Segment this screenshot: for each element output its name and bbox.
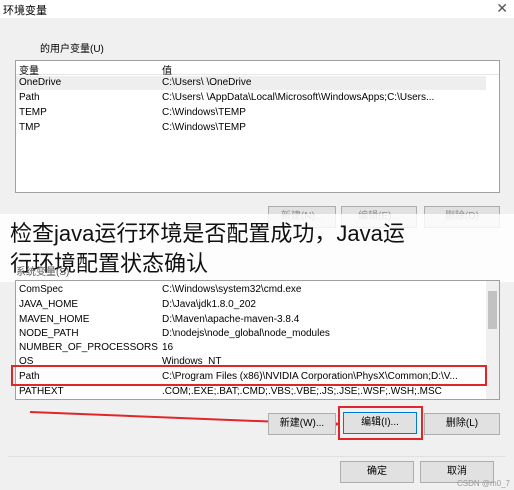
user-var-row[interactable]: TMP C:\Windows\TEMP xyxy=(16,121,486,135)
ok-button[interactable]: 确定 xyxy=(340,461,414,483)
user-vars-label: 的用户变量(U) xyxy=(40,44,104,55)
path-row-highlight xyxy=(11,365,487,386)
system-new-button[interactable]: 新建(W)... xyxy=(268,413,336,435)
column-header-value[interactable]: 值 xyxy=(162,62,172,77)
system-var-row[interactable]: NODE_PATH D:\nodejs\node_global\node_mod… xyxy=(16,327,486,341)
system-var-value: 16 xyxy=(162,342,174,353)
system-var-value: C:\Windows\system32\cmd.exe xyxy=(162,284,302,295)
close-icon[interactable]: ✕ xyxy=(496,0,508,17)
user-var-name: TMP xyxy=(19,122,41,133)
system-var-row[interactable]: ComSpec C:\Windows\system32\cmd.exe xyxy=(16,283,486,297)
system-var-name: MAVEN_HOME xyxy=(19,314,90,325)
user-var-name: OneDrive xyxy=(19,77,62,88)
system-var-name: PATHEXT xyxy=(19,386,64,397)
system-var-value: D:\Maven\apache-maven-3.8.4 xyxy=(162,314,300,325)
title-bar xyxy=(0,0,514,18)
system-var-value: D:\nodejs\node_global\node_modules xyxy=(162,328,330,339)
scrollbar-thumb[interactable] xyxy=(488,291,497,329)
user-var-value: C:\Users\ \AppData\Local\Microsoft\Windo… xyxy=(162,92,435,103)
footer-separator xyxy=(8,456,506,457)
system-delete-button[interactable]: 删除(L) xyxy=(424,413,500,435)
column-header-name[interactable]: 变量 xyxy=(19,62,39,77)
user-var-row[interactable]: Path C:\Users\ \AppData\Local\Microsoft\… xyxy=(16,91,486,105)
user-var-value: C:\Users\ \OneDrive xyxy=(162,77,252,88)
system-var-name: ComSpec xyxy=(19,284,63,295)
user-var-value: C:\Windows\TEMP xyxy=(162,122,246,133)
system-vars-label: 系统变量(S) xyxy=(16,267,70,278)
system-var-row[interactable]: PATHEXT .COM;.EXE;.BAT;.CMD;.VBS;.VBE;.J… xyxy=(16,385,486,399)
system-var-name: NODE_PATH xyxy=(19,328,79,339)
user-vars-header: 变量 值 xyxy=(16,61,499,77)
system-var-row[interactable]: MAVEN_HOME D:\Maven\apache-maven-3.8.4 xyxy=(16,313,486,327)
system-var-row[interactable]: JAVA_HOME D:\Java\jdk1.8.0_202 xyxy=(16,298,486,312)
system-var-name: NUMBER_OF_PROCESSORS xyxy=(19,342,158,353)
user-vars-list[interactable]: 变量 值 OneDrive C:\Users\ \OneDrive Path C… xyxy=(15,60,500,193)
caption-line-1: 检查java运行环境是否配置成功，Java运 xyxy=(10,221,405,246)
system-var-value: D:\Java\jdk1.8.0_202 xyxy=(162,299,256,310)
user-var-row[interactable]: OneDrive C:\Users\ \OneDrive xyxy=(16,76,486,90)
user-var-name: TEMP xyxy=(19,107,47,118)
watermark: CSDN @m0_7 xyxy=(456,479,510,488)
user-var-name: Path xyxy=(19,92,40,103)
system-vars-scrollbar[interactable] xyxy=(486,281,499,399)
system-edit-button[interactable]: 编辑(I)... xyxy=(343,412,417,434)
user-var-row[interactable]: TEMP C:\Windows\TEMP xyxy=(16,106,486,120)
system-var-name: JAVA_HOME xyxy=(19,299,79,310)
system-var-value: .COM;.EXE;.BAT;.CMD;.VBS;.VBE;.JS;.JSE;.… xyxy=(162,386,442,397)
user-var-value: C:\Windows\TEMP xyxy=(162,107,246,118)
window-title: 环境变量 xyxy=(3,5,47,17)
system-var-row[interactable]: NUMBER_OF_PROCESSORS 16 xyxy=(16,341,486,355)
